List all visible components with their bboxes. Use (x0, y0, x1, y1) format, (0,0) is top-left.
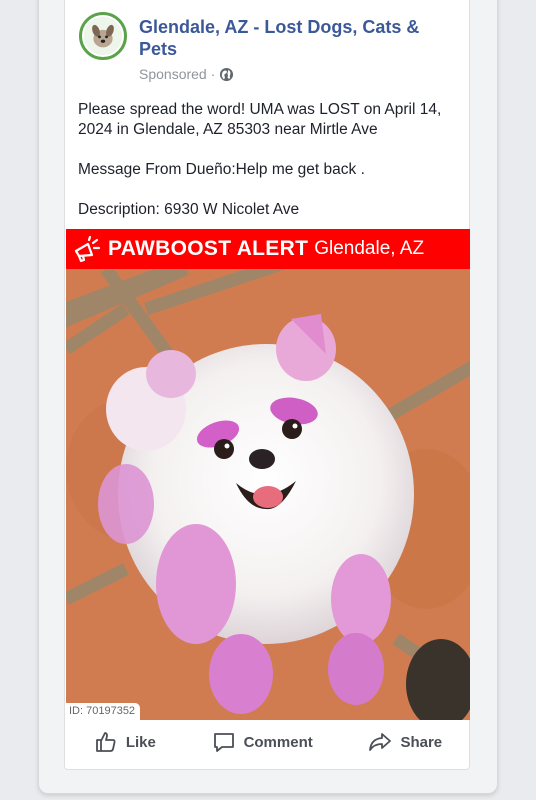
post-actions: Like Comment Share (66, 722, 470, 762)
share-arrow-icon (369, 733, 392, 751)
comment-label: Comment (243, 733, 313, 751)
message-line-lost: Please spread the word! UMA was LOST on … (78, 101, 442, 138)
message-line-description: Description: 6930 W Nicolet Ave (78, 201, 300, 218)
photo-id-label: ID: 70197352 (66, 703, 141, 720)
dog-logo-icon (83, 16, 123, 56)
page-avatar[interactable] (79, 12, 127, 60)
message-line-owner: Message From Dueño:Help me get back . (78, 161, 365, 178)
sponsored-post: Glendale, AZ - Lost Dogs, Cats & Pets Sp… (64, 0, 470, 770)
megaphone-icon (74, 235, 101, 263)
page-name-link[interactable]: Glendale, AZ - Lost Dogs, Cats & Pets (139, 16, 439, 60)
post-header: Glendale, AZ - Lost Dogs, Cats & Pets Sp… (79, 12, 459, 92)
comment-icon (213, 733, 234, 752)
pet-photo[interactable]: ID: 70197352 (66, 269, 470, 720)
pomeranian-photo (66, 269, 470, 720)
sponsored-label: Sponsored · (139, 66, 216, 82)
sponsored-meta: Sponsored · (139, 66, 234, 82)
alert-brand: PAWBOOST ALERT (108, 237, 309, 260)
share-button[interactable]: Share (368, 730, 442, 754)
post-message: Please spread the word! UMA was LOST on … (78, 100, 463, 240)
globe-icon[interactable] (219, 67, 234, 82)
like-button[interactable]: Like (94, 730, 156, 754)
share-label: Share (400, 733, 443, 751)
comment-button[interactable]: Comment (212, 730, 313, 754)
like-label: Like (125, 733, 156, 751)
alert-location: Glendale, AZ (314, 238, 425, 259)
alert-banner[interactable]: PAWBOOST ALERT Glendale, AZ (66, 229, 470, 269)
thumbs-up-icon (95, 732, 116, 752)
